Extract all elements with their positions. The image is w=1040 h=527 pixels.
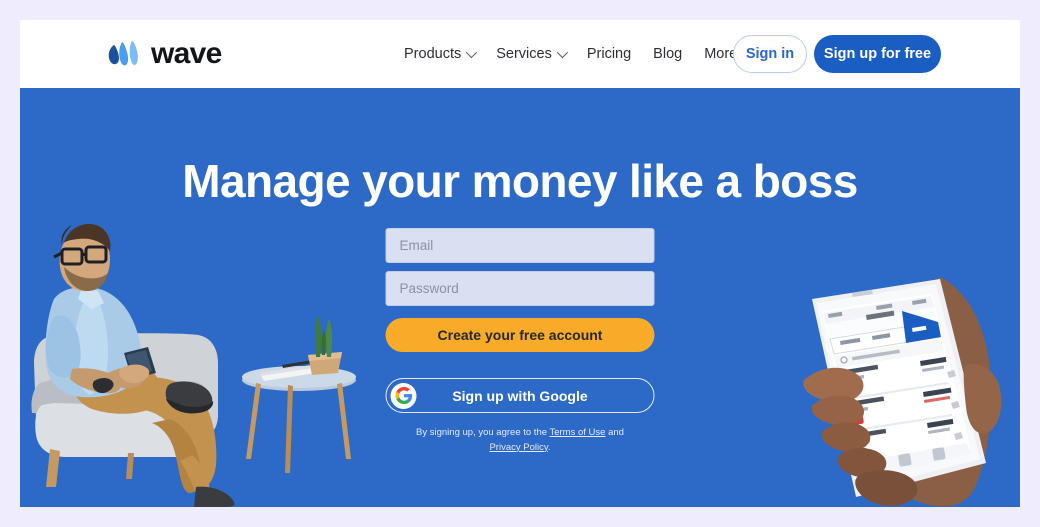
sign-up-with-google-label: Sign up with Google [452,387,588,404]
legal-middle-text: and [605,427,624,438]
chevron-down-icon [556,46,568,59]
signup-form: Create your free account Sign up with Go… [385,228,655,455]
nav-item-pricing[interactable]: Pricing [576,40,642,68]
hero-headline: Manage your money like a boss [182,155,858,207]
photo-man-in-armchair-with-phone [20,187,380,507]
wave-logo-wordmark: wave [151,37,222,70]
page-container: wave Products Services Pricing Blog More [20,20,1020,507]
google-g-icon [390,382,417,409]
photo-hand-holding-phone-invoices [790,257,1020,507]
nav-item-label: Services [496,46,552,62]
chevron-down-icon [465,46,478,59]
nav-item-blog[interactable]: Blog [642,40,693,68]
site-header: wave Products Services Pricing Blog More [20,20,1020,88]
main-navigation: Products Services Pricing Blog More [393,40,761,68]
create-free-account-button[interactable]: Create your free account [385,318,655,352]
sign-up-for-free-button[interactable]: Sign up for free [814,35,941,73]
legal-suffix-text: . [547,441,551,453]
hero-section: Manage your money like a boss Create you… [20,88,1020,507]
nav-item-label: Blog [653,46,683,62]
sign-in-button[interactable]: Sign in [733,35,807,73]
email-input[interactable] [385,228,655,263]
wave-logo-mark-icon [108,40,142,68]
header-actions: Sign in Sign up for free [733,35,941,73]
nav-item-label: Products [404,46,462,62]
privacy-policy-link[interactable]: Privacy Policy [489,442,547,453]
nav-item-label: Pricing [586,46,632,62]
nav-item-services[interactable]: Services [485,40,576,68]
legal-disclaimer: By signing up, you agree to the Terms of… [386,426,655,455]
password-input[interactable] [385,271,655,306]
legal-prefix-text: By signing up, you agree to the [416,427,550,438]
sign-up-with-google-button[interactable]: Sign up with Google [385,378,655,413]
wave-logo[interactable]: wave [108,39,222,69]
terms-of-use-link[interactable]: Terms of Use [549,427,605,438]
nav-item-products[interactable]: Products [393,40,485,68]
